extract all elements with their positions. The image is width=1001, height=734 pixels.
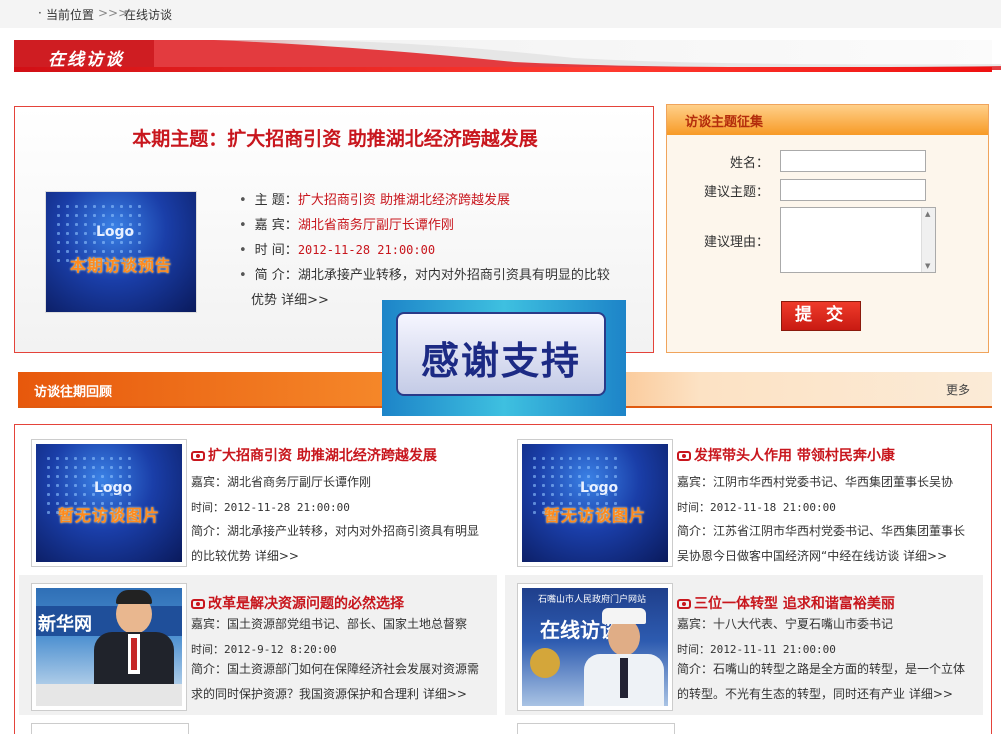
interview-card: 石嘴山市人民政府门户网站 在线访谈 三位一体转型 追求和谐富裕美丽 嘉宾：十八大… xyxy=(505,575,983,715)
interview-desc: 简介：湖北承接产业转移，对内对外招商引资具有明显的比较优势 详细>> xyxy=(191,524,480,563)
scroll-up-icon[interactable]: ▲ xyxy=(925,210,930,218)
topic-guest: • 嘉 宾：湖北省商务厅副厅长谭作刚 xyxy=(239,218,454,233)
breadcrumb-label: 当前位置 xyxy=(46,8,95,22)
interview-desc: 简介：国土资源部门如何在保障经济社会发展对资源需求的同时保护资源？我国资源保护和… xyxy=(191,662,480,701)
interview-desc: 简介：石嘴山的转型之路是全方面的转型，是一个立体的转型。不光有生态的转型，同时还… xyxy=(677,662,966,701)
name-label: 姓名： xyxy=(729,156,769,171)
reason-label: 建议理由： xyxy=(703,235,769,250)
topic-subject: • 主 题：扩大招商引资 助推湖北经济跨越发展 xyxy=(239,193,510,208)
interview-title[interactable]: 改革是解决资源问题的必然选择 xyxy=(191,593,404,613)
next-thumbnail-edge xyxy=(517,723,675,734)
detail-link[interactable]: 详细>> xyxy=(903,549,947,563)
ad-text: 感谢支持 xyxy=(420,339,581,383)
topic-collection-panel: 访谈主题征集 姓名： 建议主题： 建议理由： ▲ ▼ 提 交 xyxy=(666,104,989,353)
interview-time: 时间：2012-11-11 21:00:00 xyxy=(677,643,836,656)
interview-thumbnail[interactable]: Logo 暂无访谈图片 xyxy=(31,439,187,567)
interview-guest: 嘉宾：江阴市华西村党委书记、华西集团董事长吴协 xyxy=(677,475,954,489)
textarea-scrollbar[interactable]: ▲ ▼ xyxy=(921,208,935,272)
interview-guest: 嘉宾：国土资源部党组书记、部长、国家土地总督察 xyxy=(191,617,468,631)
interview-thumbnail[interactable]: 石嘴山市人民政府门户网站 在线访谈 xyxy=(517,583,673,711)
section-banner: 在线访谈 xyxy=(14,40,1001,74)
topic-intro-cont: 优势 详细>> xyxy=(251,293,329,308)
video-camera-icon xyxy=(191,451,205,461)
interview-title[interactable]: 发挥带头人作用 带领村民奔小康 xyxy=(677,445,895,465)
interview-time: 时间：2012-11-28 21:00:00 xyxy=(191,501,350,514)
preview-caption: 本期访谈预告 xyxy=(69,256,172,275)
video-camera-icon xyxy=(677,451,691,461)
interview-time: 时间：2012-9-12 8:20:00 xyxy=(191,643,337,656)
topic-intro: • 简 介：湖北承接产业转移，对内对外招商引资具有明显的比较 xyxy=(239,268,610,283)
topic-title[interactable]: 本期主题：扩大招商引资 助推湖北经济跨越发展 xyxy=(15,124,655,151)
interview-guest: 嘉宾：湖北省商务厅副厅长谭作刚 xyxy=(191,475,372,489)
topic-time: • 时 间：2012-11-28 21:00:00 xyxy=(239,243,436,258)
past-interviews-title: 访谈往期回顾 xyxy=(34,385,113,400)
banner-swoosh xyxy=(154,40,1001,70)
logo-text: Logo xyxy=(96,224,135,240)
detail-link[interactable]: 详细>> xyxy=(255,549,299,563)
subject-label: 建议主题： xyxy=(703,185,769,200)
detail-link[interactable]: 详细>> xyxy=(423,687,467,701)
reason-textarea[interactable]: ▲ ▼ xyxy=(780,207,936,273)
name-input[interactable] xyxy=(780,150,926,172)
scroll-down-icon[interactable]: ▼ xyxy=(925,262,930,270)
floating-ad[interactable]: 感谢支持 xyxy=(382,300,626,416)
interview-card: Logo 暂无访谈图片 发挥带头人作用 带领村民奔小康 嘉宾：江阴市华西村党委书… xyxy=(505,427,983,567)
interview-card: 新华网 改革是解决资源问题的必然选择 嘉宾：国土资源部党组书记、部长、国家土地总… xyxy=(19,575,497,715)
past-interviews-list: Logo 暂无访谈图片 扩大招商引资 助推湖北经济跨越发展 嘉宾：湖北省商务厅副… xyxy=(14,424,992,734)
breadcrumb: · 当前位置 >>> 在线访谈 xyxy=(0,0,1001,28)
interview-thumbnail[interactable]: 新华网 xyxy=(31,583,187,711)
interview-card: Logo 暂无访谈图片 扩大招商引资 助推湖北经济跨越发展 嘉宾：湖北省商务厅副… xyxy=(19,427,497,567)
interview-guest: 嘉宾：十八大代表、宁夏石嘴山市委书记 xyxy=(677,617,894,631)
interview-thumbnail[interactable]: Logo 暂无访谈图片 xyxy=(517,439,673,567)
interview-title[interactable]: 扩大招商引资 助推湖北经济跨越发展 xyxy=(191,445,437,465)
topic-detail-link[interactable]: 详细>> xyxy=(281,293,329,308)
video-camera-icon xyxy=(677,599,691,609)
breadcrumb-bullet: · xyxy=(38,6,42,20)
preview-image[interactable]: Logo 本期访谈预告 xyxy=(45,191,197,313)
video-camera-icon xyxy=(191,599,205,609)
more-link[interactable]: 更多 xyxy=(946,381,970,398)
detail-link[interactable]: 详细>> xyxy=(909,687,953,701)
next-thumbnail-edge xyxy=(31,723,189,734)
collection-header: 访谈主题征集 xyxy=(685,115,764,130)
interview-time: 时间：2012-11-18 21:00:00 xyxy=(677,501,836,514)
interview-title[interactable]: 三位一体转型 追求和谐富裕美丽 xyxy=(677,593,895,613)
submit-button[interactable]: 提 交 xyxy=(781,301,861,331)
section-title: 在线访谈 xyxy=(48,50,124,70)
breadcrumb-current[interactable]: 在线访谈 xyxy=(124,6,172,23)
interview-desc: 简介：江苏省江阴市华西村党委书记、华西集团董事长吴协恩今日做客中国经济网“中经在… xyxy=(677,524,966,563)
subject-input[interactable] xyxy=(780,179,926,201)
